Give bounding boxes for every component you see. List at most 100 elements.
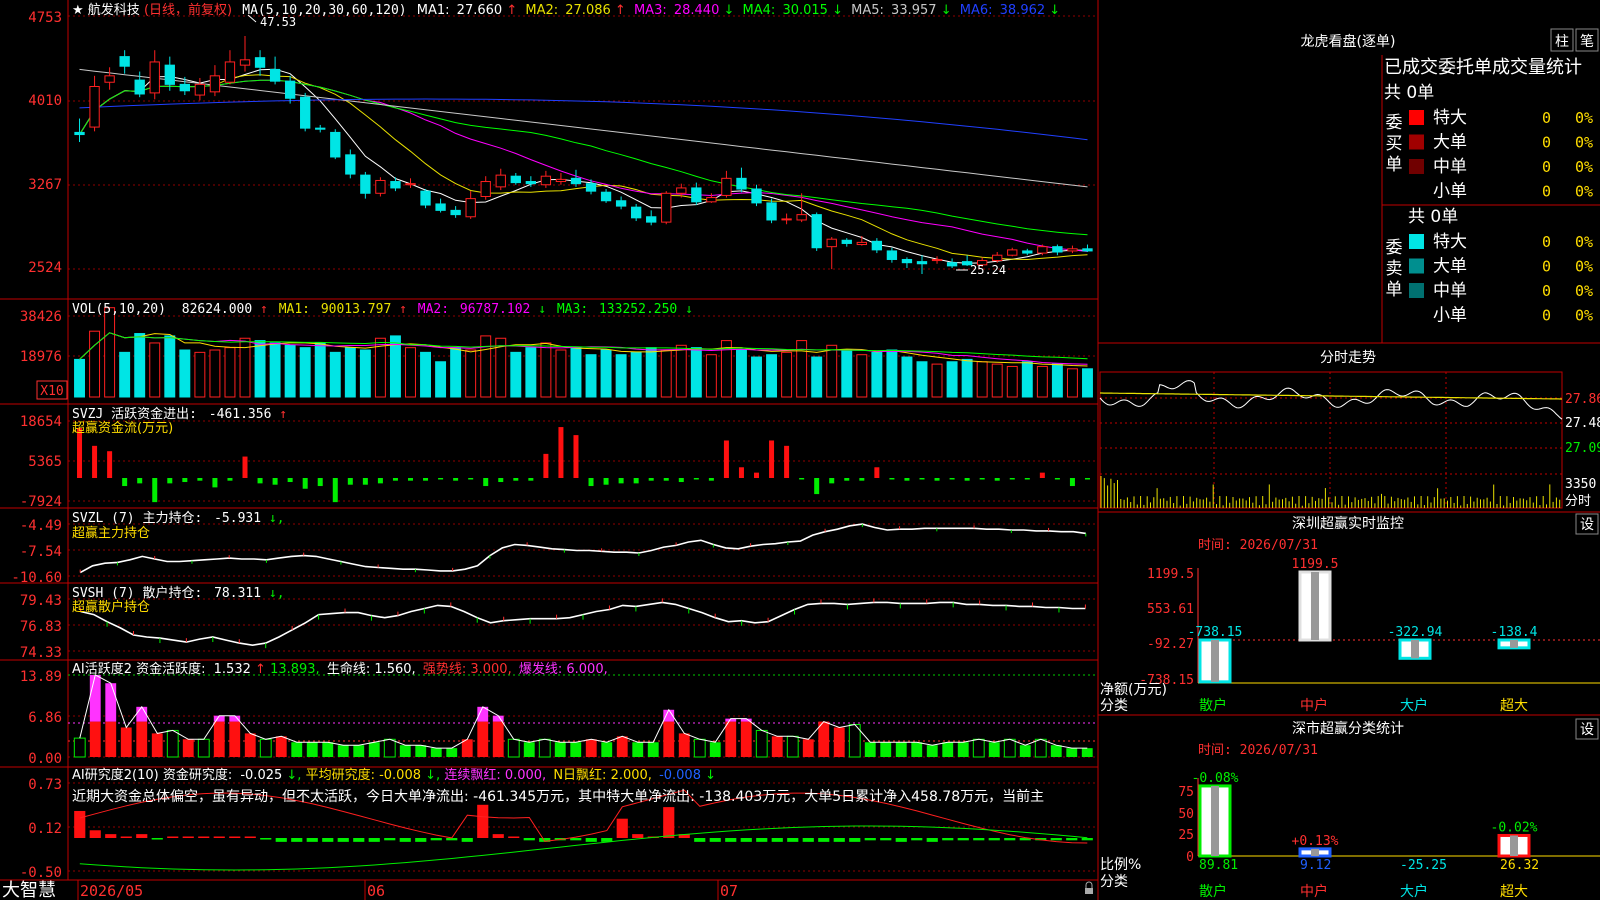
ai1-bar xyxy=(353,745,365,757)
vol-bar xyxy=(811,356,823,398)
intraday-price-tick: 27.86 xyxy=(1565,392,1600,407)
intraday-title: 分时走势 xyxy=(1320,350,1376,366)
ai1-bar xyxy=(213,721,225,757)
ai2-analysis-text: 近期大资金总体偏空，虽有异动，但不太活跃，今日大单净流出: -461.345万元… xyxy=(72,788,1044,805)
monitor-settings-button[interactable]: 设 xyxy=(1575,513,1599,535)
lhb-row-count: 0 xyxy=(1542,233,1551,251)
candle-body xyxy=(931,258,943,262)
classify-settings-button[interactable]: 设 xyxy=(1575,718,1599,740)
svzj-bar xyxy=(904,478,910,481)
svzj-bar xyxy=(137,478,143,484)
ai1-bar xyxy=(895,742,907,757)
ai2-ytick: 0.12 xyxy=(28,821,62,837)
ai1-bar xyxy=(926,745,938,757)
ai1-bar xyxy=(477,721,489,757)
svzj-bar xyxy=(844,478,850,481)
ai2-bar xyxy=(198,836,210,838)
ai2-bar xyxy=(895,838,907,842)
buy-side-char: 单 xyxy=(1386,155,1403,175)
candle-body xyxy=(300,96,311,129)
ai1-bar xyxy=(709,742,721,757)
vol-bar xyxy=(886,349,898,398)
vol-bar xyxy=(74,358,85,398)
ai1-ytick: 13.89 xyxy=(20,669,62,685)
svzl-label: SVZL (7) 主力持仓: xyxy=(72,511,202,526)
svzj-bar xyxy=(182,478,188,483)
candle-body xyxy=(89,86,100,128)
sell-side-char: 委 xyxy=(1386,238,1403,258)
vol-bar xyxy=(901,356,913,398)
ma1-value: 27.660 xyxy=(457,3,503,18)
vol-ma3-arrow: ↓ xyxy=(685,302,693,317)
vol-bar xyxy=(359,349,371,398)
classify-value: -25.25 xyxy=(1400,858,1447,873)
vol-bar xyxy=(781,351,793,398)
ai2-bar xyxy=(740,838,752,842)
ai1-bar xyxy=(957,742,969,757)
ma4-value: 30.015 xyxy=(782,3,828,18)
svzj-bar xyxy=(347,478,353,485)
svsh-legend: SVSH (7) 散户持仓: 78.311 ↓, xyxy=(72,585,285,601)
svzj-bar xyxy=(603,478,609,485)
ma6-arrow: ↓ xyxy=(1049,3,1060,18)
monitor-category: 大户 xyxy=(1400,697,1428,714)
bar-mode-button[interactable]: 柱 xyxy=(1550,28,1574,52)
candle-body xyxy=(916,261,928,265)
classify-ytick: 50 xyxy=(1178,807,1194,822)
candle-body xyxy=(465,198,476,218)
vol-bar xyxy=(841,349,853,398)
ai2-nday: N日飘红: 2.000, xyxy=(553,767,652,783)
svzj-bar xyxy=(859,478,865,481)
ai1-bar xyxy=(523,742,535,757)
ai2-ytick: -0.50 xyxy=(20,865,62,881)
lhb-row-pct: 0% xyxy=(1575,183,1593,201)
classify-time: 时间: 2026/07/31 xyxy=(1198,743,1318,758)
vol-bar xyxy=(254,340,266,398)
lhb-row-count: 0 xyxy=(1542,158,1551,176)
svzj-bar xyxy=(212,478,218,488)
ai1-bar xyxy=(229,721,241,757)
legend-swatch xyxy=(1409,134,1424,150)
low-price-label: 25.24 xyxy=(970,263,1006,277)
vol-bar xyxy=(179,349,191,398)
ai1-bar xyxy=(601,742,613,757)
candle-body xyxy=(781,218,792,221)
vol-unit: X10 xyxy=(40,384,63,399)
ai2-lianxu: 连续飘红: 0.000, xyxy=(444,767,546,783)
vol-bar xyxy=(856,354,868,398)
svzl-legend: SVZL (7) 主力持仓: -5.931 ↓, xyxy=(72,511,285,526)
classify-bar-shade xyxy=(1510,835,1518,856)
vol-bar xyxy=(600,349,612,398)
vol-bar xyxy=(1021,361,1033,398)
lhb-header: 已成交委托单成交量统计 xyxy=(1384,57,1582,78)
vol-bar xyxy=(510,351,522,398)
vol-bar xyxy=(931,363,943,398)
ai1-bar xyxy=(585,739,597,757)
vol-bar xyxy=(224,347,236,398)
tick-mode-button[interactable]: 笔 xyxy=(1575,28,1599,52)
lhb-row-count: 0 xyxy=(1542,109,1551,127)
candle-body xyxy=(1052,246,1063,253)
svzj-bar xyxy=(1039,472,1045,478)
legend-swatch xyxy=(1409,234,1424,249)
ai2-bar xyxy=(415,838,427,842)
lhb-row-count: 0 xyxy=(1542,307,1551,325)
ai2-bar xyxy=(926,838,938,842)
classify-bar-shade xyxy=(1311,848,1319,856)
vol-bar xyxy=(209,349,221,398)
ai1-bar-hollow xyxy=(507,738,520,758)
svzj-bar xyxy=(723,440,729,478)
svzj-bar xyxy=(799,478,805,480)
classify-title: 深市超赢分类统计 xyxy=(1292,720,1404,737)
classify-category: 中户 xyxy=(1300,883,1328,900)
candle-body xyxy=(224,61,236,83)
ai2-bar xyxy=(1081,838,1093,841)
ai2-bar xyxy=(973,838,985,841)
svzj-bar xyxy=(934,478,940,481)
ai2-bar xyxy=(988,838,1000,841)
svzj-bar xyxy=(107,451,113,478)
candle-body xyxy=(946,262,958,267)
vol-bar xyxy=(690,347,702,398)
classify-ylabel: 比例% xyxy=(1100,857,1141,873)
ai1-bar xyxy=(291,742,303,757)
